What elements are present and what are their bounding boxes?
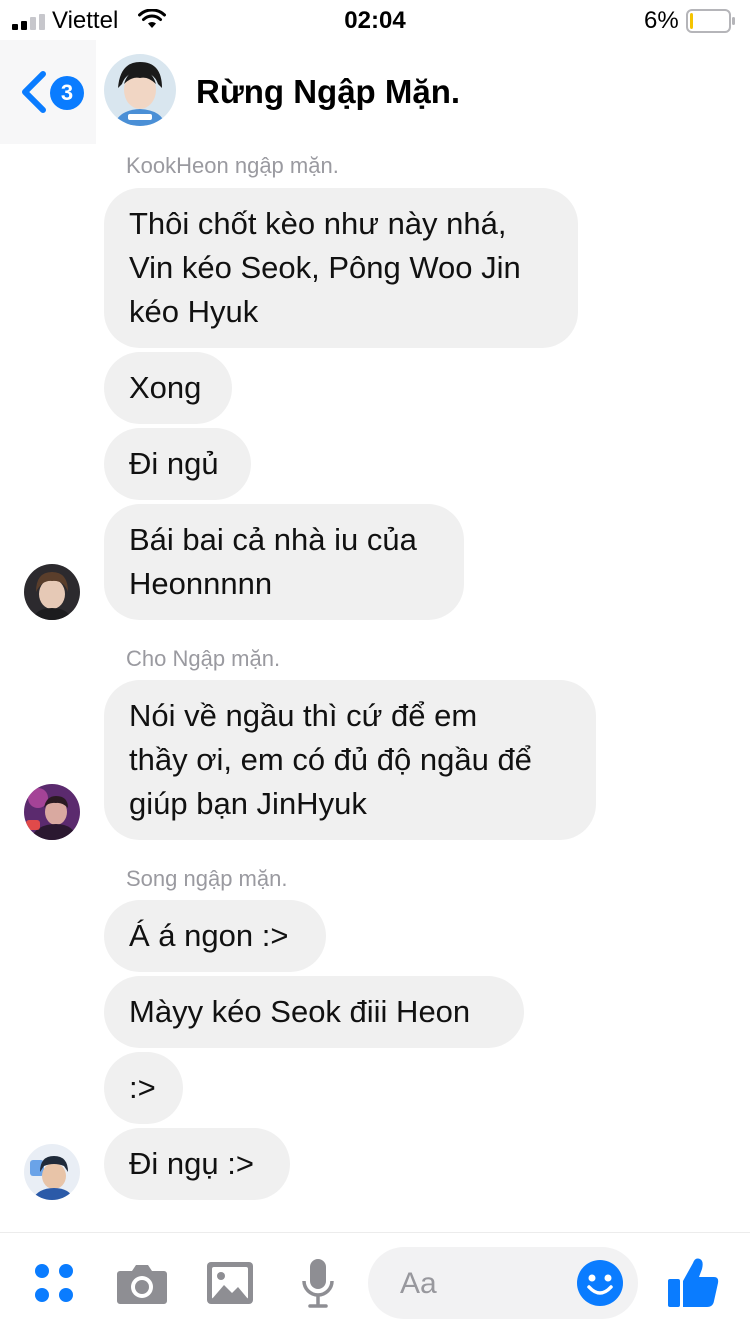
message-bubble[interactable]: Màyy kéo Seok điii Heon [104,976,524,1048]
avatar[interactable] [24,1144,80,1200]
microphone-icon[interactable] [300,1257,336,1309]
emoji-icon[interactable] [576,1259,624,1307]
message-text: Đi ngủ [129,446,219,481]
message-text: Á á ngon :> [129,918,289,953]
battery-icon [686,9,735,33]
message-bubble[interactable]: Á á ngon :> [104,900,326,972]
sender-name: Cho Ngập mặn. [126,646,281,671]
message-text: Xong [129,370,202,405]
message-bubble[interactable]: Thôi chốt kèo như này nhá, Vin kéo Seok,… [104,188,578,348]
sender-name: KookHeon ngập mặn. [126,153,339,178]
message-bubble[interactable]: Nói về ngầu thì cứ để em thầy ơi, em có … [104,680,596,840]
back-button[interactable]: 3 [0,40,96,144]
camera-icon[interactable] [116,1261,168,1305]
group-avatar-image [104,54,176,126]
message-bubble[interactable]: Bái bai cả nhà iu của Heonnnnn [104,504,464,620]
message-text: Nói về ngầu thì cứ để em thầy ơi, em có … [129,698,532,821]
avatar-image [24,1144,80,1200]
message-text: Đi ngụ :> [129,1146,254,1181]
unread-count-badge: 3 [50,76,84,110]
group-avatar[interactable] [104,54,176,126]
avatar-image [24,564,80,620]
back-chevron-icon [22,71,46,113]
clock: 02:04 [344,7,406,34]
message-input-placeholder: Aa [400,1267,437,1300]
message-composer: Aa [0,1232,750,1334]
message-text: Thôi chốt kèo như này nhá, Vin kéo Seok,… [129,206,521,329]
message-input[interactable]: Aa [368,1247,638,1319]
message-bubble[interactable]: Đi ngủ [104,428,251,500]
thumbs-up-icon[interactable] [666,1255,720,1309]
chat-title[interactable]: Rừng Ngập Mặn. [196,72,460,112]
avatar[interactable] [24,564,80,620]
avatar-image [24,784,80,840]
status-bar: Viettel 02:04 6% [0,0,750,40]
chat-header: 3 Rừng Ngập Mặn. [0,40,750,144]
sender-name: Song ngập mặn. [126,866,288,891]
more-apps-icon[interactable] [32,1261,76,1305]
message-bubble[interactable]: Xong [104,352,232,424]
message-bubble[interactable]: :> [104,1052,183,1124]
image-icon[interactable] [206,1261,254,1305]
message-text: Màyy kéo Seok điii Heon [129,994,471,1029]
avatar[interactable] [24,784,80,840]
battery-percent: 6% [644,7,679,34]
message-text: Bái bai cả nhà iu của Heonnnnn [129,522,417,601]
message-text: :> [129,1070,156,1105]
message-bubble[interactable]: Đi ngụ :> [104,1128,290,1200]
